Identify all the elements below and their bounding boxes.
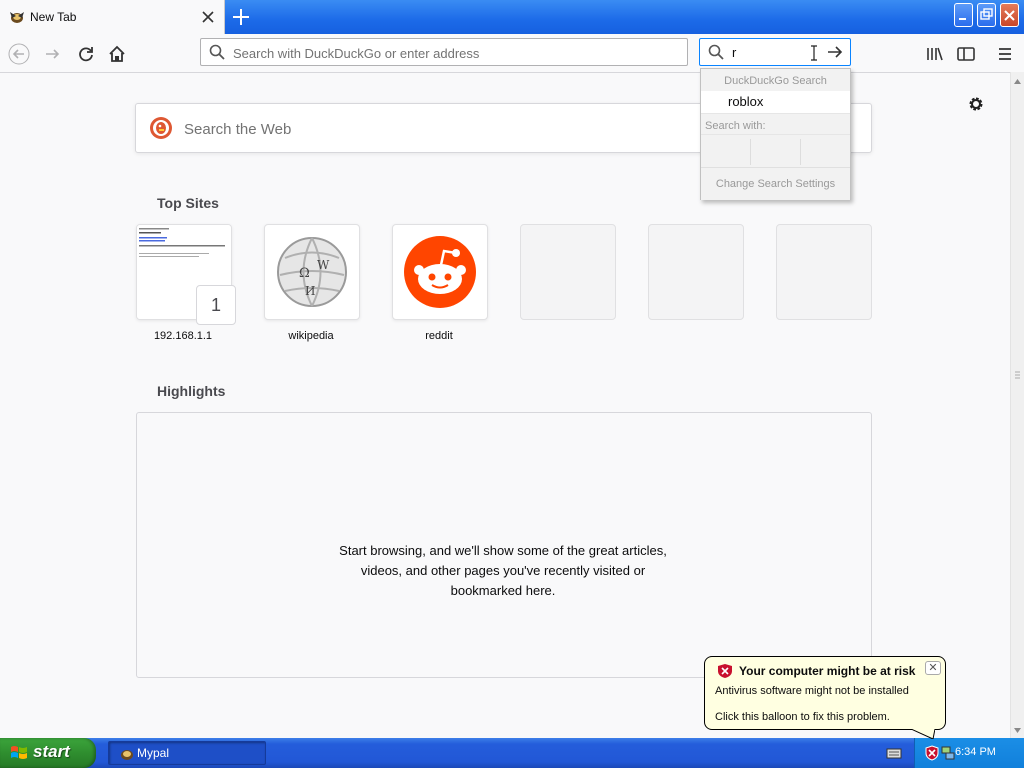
tab-new-tab[interactable]: New Tab — [0, 0, 225, 34]
svg-text:И: И — [305, 284, 315, 298]
top-site-label: wikipedia — [288, 330, 334, 342]
top-site-empty-slot — [648, 224, 744, 320]
keyboard-language-icon[interactable] — [886, 746, 902, 760]
balloon-message-line: Click this balloon to fix this problem. — [715, 711, 890, 723]
window-minimize-button[interactable] — [954, 3, 973, 27]
window-close-button[interactable] — [1000, 3, 1019, 27]
library-icon[interactable] — [924, 43, 946, 65]
security-alert-shield-icon[interactable] — [925, 745, 939, 761]
search-engine-button[interactable] — [751, 139, 801, 165]
security-notification-balloon[interactable]: Your computer might be at risk ✕ Antivir… — [704, 656, 946, 739]
balloon-close-button[interactable]: ✕ — [925, 661, 941, 675]
top-site-tile-wikipedia[interactable]: Ω W И — [264, 224, 360, 320]
mypal-favicon-icon — [8, 8, 26, 26]
system-clock: 6:34 PM — [955, 746, 996, 758]
navigation-toolbar: r — [0, 34, 1024, 73]
top-site-empty-slot — [776, 224, 872, 320]
search-engine-button[interactable] — [701, 139, 751, 165]
highlights-empty-message: Start browsing, and we'll show some of t… — [339, 543, 667, 598]
forward-arrow-icon[interactable] — [42, 43, 64, 65]
search-suggestions-popup: DuckDuckGo Search roblox Search with: Ch… — [700, 68, 851, 200]
network-icon[interactable] — [941, 745, 955, 761]
back-arrow-icon[interactable] — [8, 43, 30, 65]
wikipedia-globe-icon: Ω W И — [277, 237, 347, 307]
top-sites-heading: Top Sites — [157, 195, 219, 211]
reload-icon[interactable] — [75, 43, 97, 65]
search-icon — [708, 44, 724, 60]
search-engine-button[interactable] — [801, 139, 851, 165]
balloon-title: Your computer might be at risk — [739, 664, 916, 678]
search-input[interactable]: r — [732, 45, 736, 60]
taskbar-item-label: Mypal — [137, 746, 170, 760]
search-go-arrow-icon[interactable] — [826, 44, 844, 60]
tile-badge: 1 — [196, 285, 236, 325]
address-bar[interactable] — [200, 38, 688, 66]
top-site-tile-reddit[interactable] — [392, 224, 488, 320]
web-search-input[interactable] — [182, 118, 686, 140]
start-button[interactable]: start — [0, 738, 96, 768]
address-input[interactable] — [231, 43, 675, 63]
security-shield-icon — [717, 663, 733, 679]
svg-text:Ω: Ω — [299, 266, 310, 281]
search-engine-buttons — [701, 135, 850, 168]
duckduckgo-logo-icon — [149, 116, 173, 140]
search-with-label: Search with: — [701, 113, 850, 135]
balloon-pointer — [911, 729, 935, 739]
suggestion-item[interactable]: roblox — [701, 91, 850, 113]
balloon-message-line: Antivirus software might not be installe… — [715, 685, 909, 697]
taskbar-item-mypal[interactable]: Mypal — [108, 741, 266, 765]
gear-icon[interactable] — [966, 94, 986, 114]
top-site-label: 192.168.1.1 — [153, 330, 213, 342]
search-bar[interactable]: r — [699, 38, 851, 66]
system-tray: 6:34 PM — [914, 738, 1024, 768]
search-icon — [209, 44, 225, 60]
tab-close-icon[interactable] — [199, 8, 217, 26]
menu-hamburger-icon[interactable] — [994, 43, 1016, 65]
window-restore-button[interactable] — [977, 3, 996, 27]
svg-text:W: W — [317, 258, 330, 272]
mypal-app-icon — [119, 746, 135, 762]
tab-title: New Tab — [30, 10, 77, 24]
sidebar-toggle-icon[interactable] — [955, 43, 977, 65]
popup-engine-header: DuckDuckGo Search — [701, 69, 850, 92]
change-search-settings-button[interactable]: Change Search Settings — [701, 168, 850, 200]
windows-flag-icon — [10, 744, 28, 762]
new-tab-plus-icon[interactable] — [230, 6, 252, 28]
start-label: start — [33, 742, 70, 761]
home-icon[interactable] — [106, 43, 128, 65]
highlights-heading: Highlights — [157, 383, 226, 399]
reddit-logo-icon — [404, 236, 476, 308]
suggestion-text: roblox — [728, 94, 764, 109]
top-site-label: reddit — [425, 330, 453, 342]
top-site-empty-slot — [520, 224, 616, 320]
vertical-scrollbar[interactable] — [1010, 72, 1024, 740]
text-cursor-icon — [810, 45, 818, 61]
